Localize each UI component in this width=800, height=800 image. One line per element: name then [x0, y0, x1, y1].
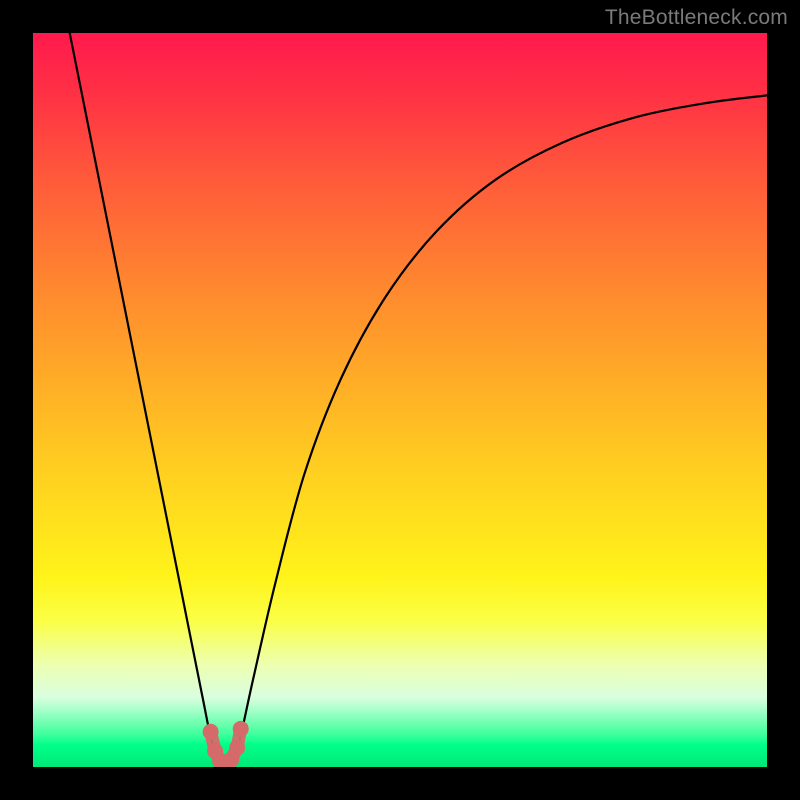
watermark-text: TheBottleneck.com — [605, 6, 788, 30]
bottleneck-curve-line — [70, 33, 767, 766]
chart-svg — [33, 33, 767, 767]
plot-area — [33, 33, 767, 767]
optimal-zone-marker — [203, 721, 249, 767]
chart-frame: TheBottleneck.com — [0, 0, 800, 800]
